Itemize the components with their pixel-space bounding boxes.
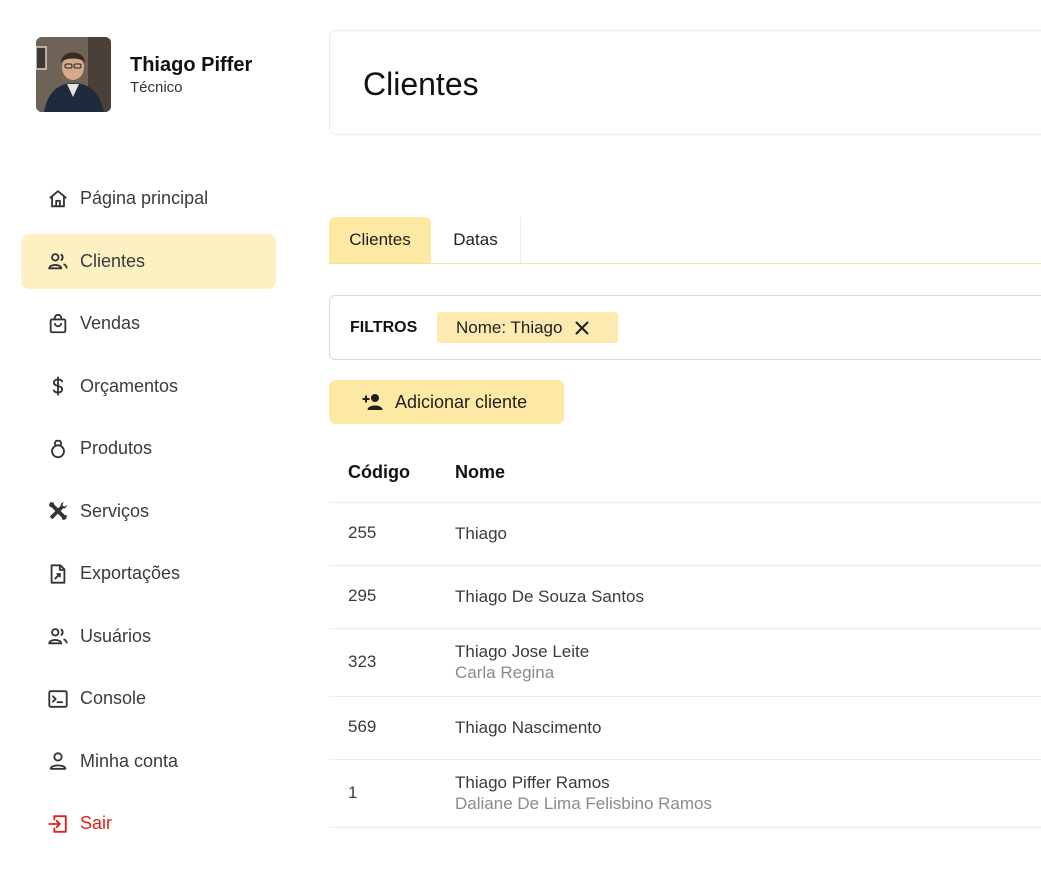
sidebar-item-minha-conta[interactable]: Minha conta (21, 734, 276, 789)
row-code: 323 (348, 652, 377, 671)
home-icon (47, 188, 69, 210)
sidebar-item-orcamentos[interactable]: Orçamentos (21, 359, 276, 414)
row-name: Thiago Jose Leite (455, 642, 590, 661)
sidebar-item-label: Produtos (80, 438, 153, 458)
sidebar-item-usuarios[interactable]: Usuários (21, 609, 276, 664)
shopping-bag-icon (47, 313, 69, 335)
clients-table: Código Nome 255 Thiago 295 Thiago De Sou… (329, 443, 1041, 828)
row-name: Thiago (455, 524, 507, 543)
column-header-nome[interactable]: Nome (455, 462, 505, 483)
add-person-icon (361, 390, 385, 414)
row-name-cell: Thiago Piffer Ramos Daliane De Lima Feli… (455, 772, 712, 814)
filter-label: FILTROS (350, 319, 418, 336)
sidebar-item-produtos[interactable]: Produtos (21, 421, 276, 476)
table-row[interactable]: 323 Thiago Jose Leite Carla Regina (329, 629, 1041, 697)
sidebar-item-pagina-principal[interactable]: Página principal (21, 171, 276, 226)
sidebar-item-label: Sair (80, 813, 113, 833)
row-code: 569 (348, 717, 377, 736)
avatar (36, 37, 111, 112)
tools-icon (47, 500, 69, 522)
sidebar-item-label: Serviços (80, 500, 150, 521)
row-name: Thiago Piffer Ramos (455, 773, 610, 792)
sidebar-item-label: Console (80, 688, 147, 708)
sidebar-item-sair[interactable]: Sair (21, 796, 276, 851)
filter-chip-label: Nome: Thiago (456, 317, 563, 337)
ring-icon (47, 438, 69, 460)
sidebar-item-exportacoes[interactable]: Exportações (21, 546, 276, 601)
user-profile: Thiago Piffer Técnico (36, 37, 252, 112)
table-row[interactable]: 255 Thiago (329, 503, 1041, 566)
column-header-codigo[interactable]: Código (348, 462, 410, 483)
row-subtitle: Carla Regina (455, 663, 555, 682)
add-client-button[interactable]: Adicionar cliente (329, 380, 564, 424)
sidebar-item-label: Página principal (80, 188, 209, 208)
terminal-icon (47, 688, 69, 710)
sidebar-nav: Página principal Clientes Vendas Orçamen… (21, 171, 276, 859)
sidebar-item-clientes[interactable]: Clientes (21, 233, 276, 289)
user-role: Técnico (130, 78, 183, 96)
add-client-label: Adicionar cliente (395, 391, 528, 412)
row-code: 295 (348, 586, 377, 605)
sidebar-item-label: Vendas (80, 313, 141, 333)
sidebar-item-label: Usuários (80, 625, 152, 646)
filter-bar: FILTROS Nome: Thiago (329, 295, 1041, 360)
sidebar-item-vendas[interactable]: Vendas (21, 296, 276, 351)
row-name-cell: Thiago Jose Leite Carla Regina (455, 641, 589, 683)
person-icon (47, 750, 69, 772)
user-name: Thiago Piffer (130, 53, 253, 76)
tab-clientes[interactable]: Clientes (329, 217, 431, 263)
dollar-icon (47, 375, 69, 397)
page-title: Clientes (363, 66, 479, 102)
row-code: 255 (348, 523, 377, 542)
close-icon[interactable] (574, 320, 590, 336)
filter-chip-nome[interactable]: Nome: Thiago (437, 312, 618, 343)
tab-bar: Clientes Datas (329, 217, 1041, 264)
page-header: Clientes (329, 30, 1041, 135)
table-row[interactable]: 295 Thiago De Souza Santos (329, 566, 1041, 629)
file-export-icon (47, 563, 69, 585)
row-code: 1 (348, 783, 358, 802)
sidebar-item-label: Minha conta (80, 750, 179, 771)
sidebar-item-console[interactable]: Console (21, 671, 276, 726)
sidebar-item-label: Exportações (80, 563, 181, 583)
users-icon (47, 250, 69, 272)
table-row[interactable]: 1 Thiago Piffer Ramos Daliane De Lima Fe… (329, 760, 1041, 828)
row-subtitle: Daliane De Lima Felisbino Ramos (455, 794, 713, 813)
users-icon (47, 625, 69, 647)
row-name: Thiago Nascimento (455, 718, 602, 737)
row-name: Thiago De Souza Santos (455, 587, 645, 606)
sidebar-item-label: Clientes (80, 250, 146, 271)
table-header: Código Nome (329, 443, 1041, 503)
logout-icon (47, 813, 69, 835)
sidebar-item-label: Orçamentos (80, 375, 179, 396)
tab-datas[interactable]: Datas (431, 217, 521, 263)
table-row[interactable]: 569 Thiago Nascimento (329, 697, 1041, 760)
sidebar-item-servicos[interactable]: Serviços (21, 484, 276, 539)
